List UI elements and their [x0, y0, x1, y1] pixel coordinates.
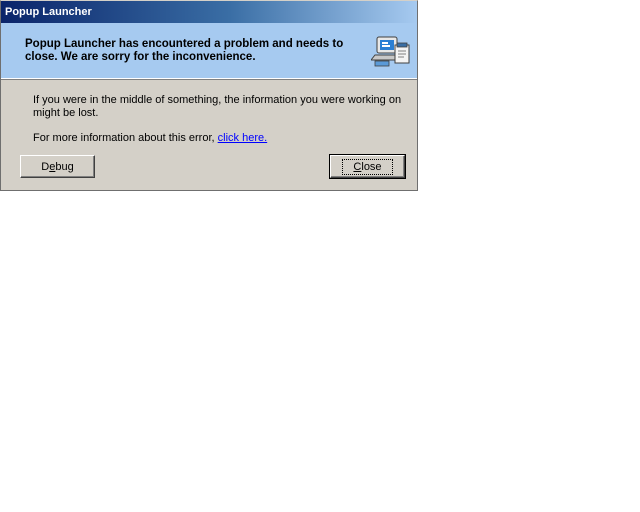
more-info-link[interactable]: click here. — [218, 132, 268, 144]
more-info-text: For more information about this error, c… — [33, 132, 403, 145]
debug-label-first: D — [41, 160, 50, 173]
debug-button[interactable]: De bug — [20, 155, 95, 178]
more-info-prefix: For more information about this error, — [33, 132, 218, 144]
close-label-rest: lose — [361, 160, 382, 173]
error-report-computer-icon — [371, 36, 410, 67]
error-header: Popup Launcher has encountered a problem… — [1, 23, 417, 79]
title-bar[interactable]: Popup Launcher — [1, 1, 417, 23]
debug-label-rest: bug — [55, 160, 74, 173]
error-message: Popup Launcher has encountered a problem… — [25, 38, 344, 63]
close-focus-rect: Close — [342, 158, 393, 175]
window-title: Popup Launcher — [5, 6, 92, 18]
error-dialog: Popup Launcher Popup Launcher has encoun… — [0, 0, 418, 191]
data-loss-warning: If you were in the middle of something, … — [33, 94, 402, 119]
close-button[interactable]: Close — [329, 154, 406, 179]
